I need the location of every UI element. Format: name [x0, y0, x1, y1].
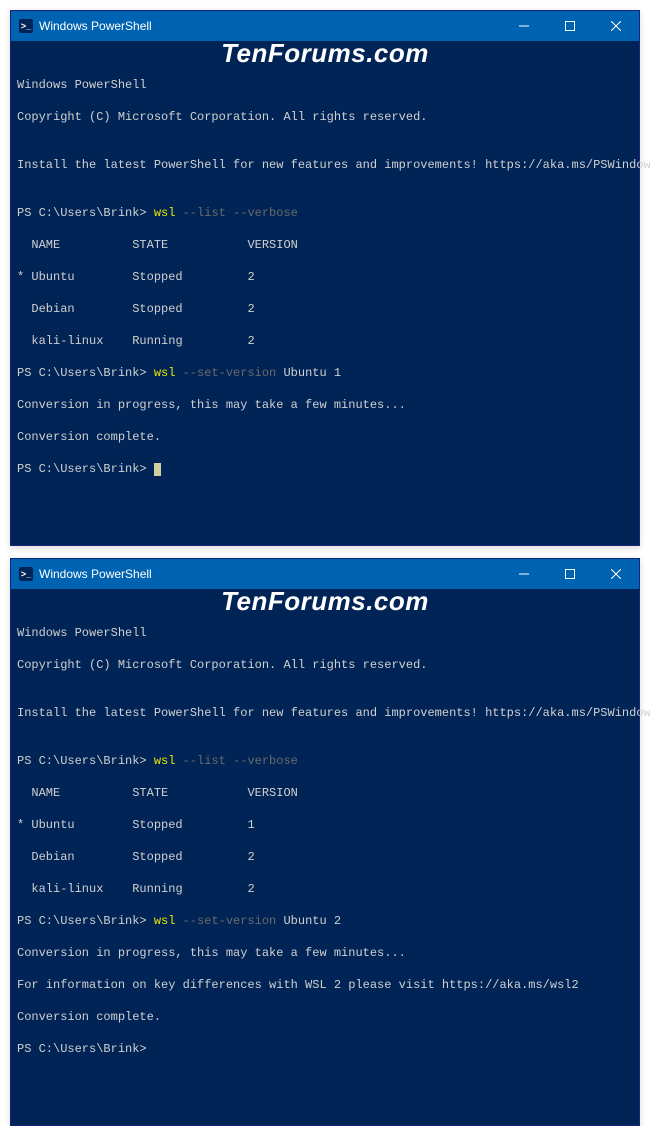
list-row: * Ubuntu Stopped 1: [17, 817, 633, 833]
titlebar-left: >_ Windows PowerShell: [11, 19, 152, 33]
close-button[interactable]: [593, 11, 639, 41]
window-controls: [501, 11, 639, 41]
terminal-line: Install the latest PowerShell for new fe…: [17, 705, 633, 721]
minimize-button[interactable]: [501, 11, 547, 41]
terminal-line: Conversion complete.: [17, 1009, 633, 1025]
watermark-text: TenForums.com: [221, 593, 429, 609]
terminal-line: For information on key differences with …: [17, 977, 633, 993]
maximize-button[interactable]: [547, 11, 593, 41]
command-args: --list --verbose: [183, 754, 298, 768]
close-button[interactable]: [593, 559, 639, 589]
command-exec: wsl: [154, 206, 176, 220]
prompt: PS C:\Users\Brink>: [17, 206, 147, 220]
prompt: PS C:\Users\Brink>: [17, 366, 147, 380]
maximize-button[interactable]: [547, 559, 593, 589]
list-header: NAME STATE VERSION: [17, 237, 633, 253]
command-line: PS C:\Users\Brink> wsl --list --verbose: [17, 753, 633, 769]
command-line: PS C:\Users\Brink>: [17, 1041, 633, 1057]
powershell-icon: >_: [19, 19, 33, 33]
list-row: Debian Stopped 2: [17, 301, 633, 317]
titlebar[interactable]: >_ Windows PowerShell: [11, 11, 639, 41]
list-row: kali-linux Running 2: [17, 881, 633, 897]
command-args: --set-version: [183, 914, 277, 928]
col-name: NAME: [17, 786, 132, 800]
command-line: PS C:\Users\Brink> wsl --set-version Ubu…: [17, 365, 633, 381]
watermark-text: TenForums.com: [221, 45, 429, 61]
col-state: STATE: [132, 238, 247, 252]
terminal-line: [17, 1073, 633, 1089]
command-args: --list --verbose: [183, 206, 298, 220]
command-exec: wsl: [154, 914, 176, 928]
window-controls: [501, 559, 639, 589]
titlebar-left: >_ Windows PowerShell: [11, 567, 152, 581]
prompt: PS C:\Users\Brink>: [17, 462, 147, 476]
cursor: [154, 463, 161, 476]
window-title: Windows PowerShell: [39, 19, 152, 33]
terminal-line: Conversion complete.: [17, 429, 633, 445]
command-line: PS C:\Users\Brink> wsl --list --verbose: [17, 205, 633, 221]
terminal-line: Windows PowerShell: [17, 77, 633, 93]
list-row: * Ubuntu Stopped 2: [17, 269, 633, 285]
titlebar[interactable]: >_ Windows PowerShell: [11, 559, 639, 589]
prompt: PS C:\Users\Brink>: [17, 914, 147, 928]
command-exec: wsl: [154, 754, 176, 768]
minimize-button[interactable]: [501, 559, 547, 589]
terminal-output[interactable]: TenForums.com Windows PowerShell Copyrig…: [11, 589, 639, 1125]
terminal-line: Windows PowerShell: [17, 625, 633, 641]
powershell-window-1: >_ Windows PowerShell TenForums.com Wind…: [10, 10, 640, 546]
command-line: PS C:\Users\Brink> wsl --set-version Ubu…: [17, 913, 633, 929]
list-header: NAME STATE VERSION: [17, 785, 633, 801]
col-name: NAME: [17, 238, 132, 252]
command-rest: Ubuntu 1: [283, 366, 341, 380]
list-row: Debian Stopped 2: [17, 849, 633, 865]
window-title: Windows PowerShell: [39, 567, 152, 581]
prompt: PS C:\Users\Brink>: [17, 1042, 147, 1056]
terminal-line: [17, 493, 633, 509]
powershell-icon: >_: [19, 567, 33, 581]
col-state: STATE: [132, 786, 247, 800]
terminal-line: Install the latest PowerShell for new fe…: [17, 157, 633, 173]
terminal-output[interactable]: TenForums.com Windows PowerShell Copyrig…: [11, 41, 639, 545]
command-line: PS C:\Users\Brink>: [17, 461, 633, 477]
prompt: PS C:\Users\Brink>: [17, 754, 147, 768]
col-version: VERSION: [247, 238, 297, 252]
col-version: VERSION: [247, 786, 297, 800]
command-rest: Ubuntu 2: [283, 914, 341, 928]
terminal-line: Copyright (C) Microsoft Corporation. All…: [17, 657, 633, 673]
command-exec: wsl: [154, 366, 176, 380]
list-row: kali-linux Running 2: [17, 333, 633, 349]
command-args: --set-version: [183, 366, 277, 380]
terminal-line: Copyright (C) Microsoft Corporation. All…: [17, 109, 633, 125]
powershell-window-2: >_ Windows PowerShell TenForums.com Wind…: [10, 558, 640, 1126]
terminal-line: Conversion in progress, this may take a …: [17, 945, 633, 961]
terminal-line: Conversion in progress, this may take a …: [17, 397, 633, 413]
